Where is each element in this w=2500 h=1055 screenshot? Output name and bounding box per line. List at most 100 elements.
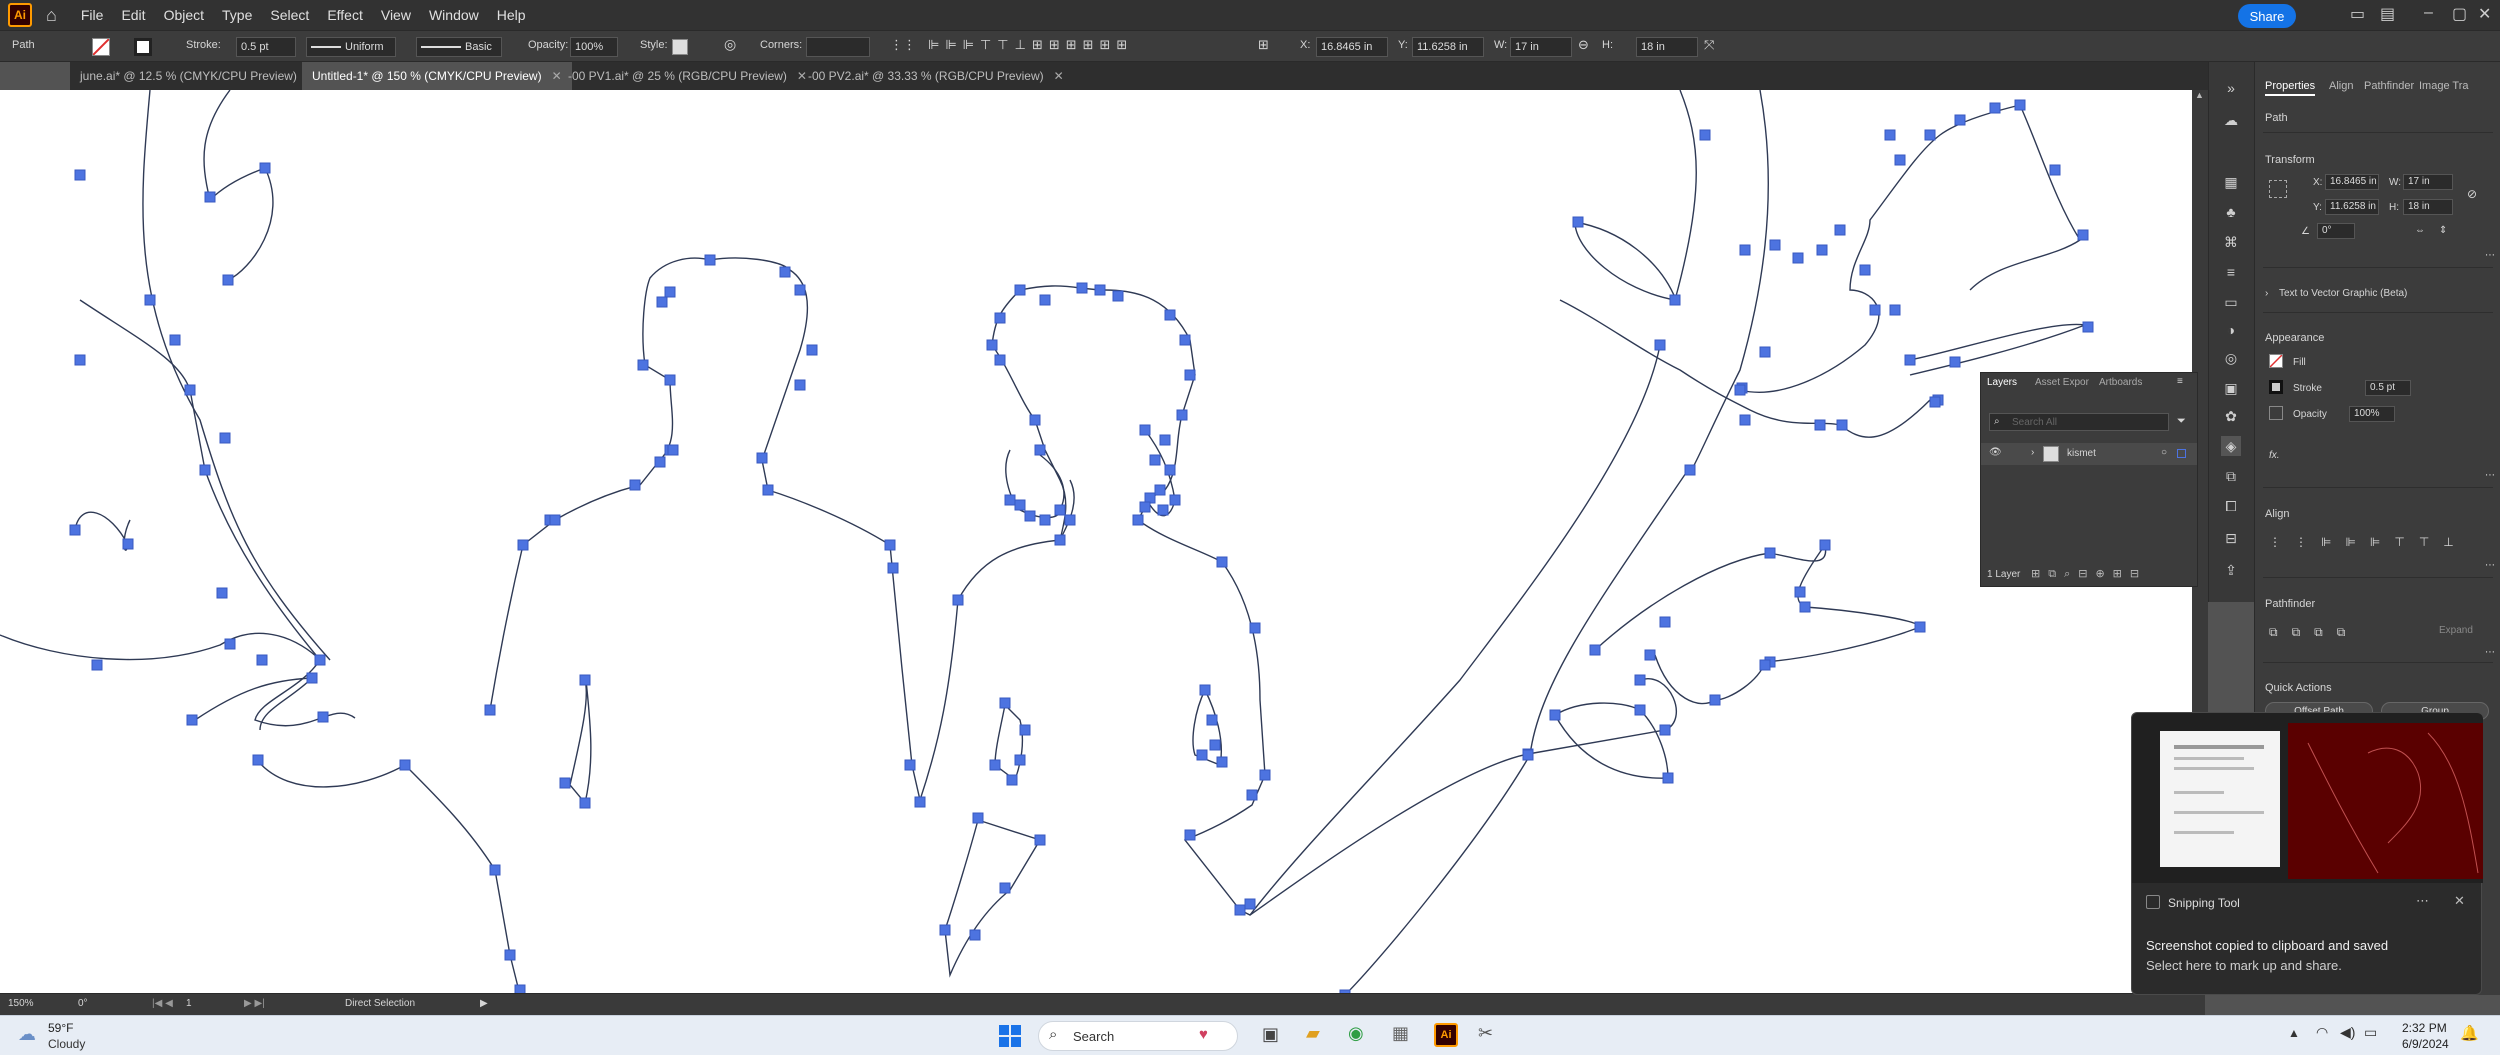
notification-close-icon[interactable]: ✕ [2454, 893, 2465, 909]
anchor-point[interactable] [1246, 789, 1258, 801]
anchor-point[interactable] [1006, 774, 1018, 786]
anchor-point[interactable] [204, 191, 216, 203]
anchor-point[interactable] [1669, 294, 1681, 306]
menu-select[interactable]: Select [270, 7, 309, 23]
document-info-icon[interactable]: ⊟ [2221, 528, 2241, 548]
libraries-icon[interactable]: ☁ [2221, 110, 2241, 130]
anchor-point[interactable] [1759, 659, 1771, 671]
anchor-point[interactable] [1549, 709, 1561, 721]
reference-point-icon[interactable]: ⊞ [1258, 37, 1269, 53]
anchor-point[interactable] [1659, 616, 1671, 628]
transform-icon[interactable]: ⤧ [1704, 37, 1714, 53]
anchor-point[interactable] [1929, 396, 1941, 408]
maximize-icon[interactable]: ▢ [2452, 4, 2467, 24]
anchor-point[interactable] [952, 594, 964, 606]
angle-field[interactable]: 0° [2317, 223, 2355, 239]
anchor-point[interactable] [549, 514, 561, 526]
tab-align[interactable]: Align [2329, 80, 2353, 92]
taskbar-search-box[interactable]: ⌕ Search ♥ [1038, 1021, 1238, 1051]
menu-view[interactable]: View [381, 7, 411, 23]
more-options-icon[interactable]: ⋯ [2485, 470, 2495, 481]
align-to-icon[interactable]: ⋮⋮ [890, 37, 916, 53]
fill-swatch[interactable] [2269, 354, 2283, 368]
anchor-point[interactable] [1816, 244, 1828, 256]
anchor-point[interactable] [1054, 504, 1066, 516]
anchor-point[interactable] [1094, 284, 1106, 296]
taskbar-search-input[interactable]: Search [1073, 1029, 1114, 1044]
anchor-point[interactable] [1819, 539, 1831, 551]
anchor-point[interactable] [1159, 434, 1171, 446]
menu-type[interactable]: Type [222, 7, 252, 23]
anchor-point[interactable] [1014, 284, 1026, 296]
anchor-point[interactable] [91, 659, 103, 671]
stroke-swatch[interactable] [134, 38, 152, 56]
layer-name[interactable]: kismet [2067, 448, 2096, 459]
anchor-point[interactable] [1522, 749, 1534, 761]
anchor-point[interactable] [252, 754, 264, 766]
anchor-point[interactable] [2082, 321, 2094, 333]
anchor-point[interactable] [144, 294, 156, 306]
stroke-weight-field[interactable]: 0.5 pt [236, 37, 296, 57]
tab-june[interactable]: june.ai* @ 12.5 % (CMYK/CPU Preview)✕ [70, 62, 327, 90]
anchor-point[interactable] [629, 479, 641, 491]
graphic-style-swatch[interactable] [672, 39, 688, 55]
anchor-point[interactable] [1634, 674, 1646, 686]
anchor-point[interactable] [986, 339, 998, 351]
anchor-point[interactable] [1259, 769, 1271, 781]
opacity-field[interactable]: 100% [570, 37, 618, 57]
anchor-point[interactable] [484, 704, 496, 716]
anchor-point[interactable] [489, 864, 501, 876]
align-buttons-icon[interactable]: ⊫⊫⊫⊤⊤⊥⊞⊞⊞⊞⊞⊞ [928, 37, 1133, 53]
anchor-point[interactable] [664, 286, 676, 298]
anchor-point[interactable] [1064, 514, 1076, 526]
x-field[interactable]: 16.8465 in [2325, 174, 2379, 190]
anchor-point[interactable] [1709, 694, 1721, 706]
y-field[interactable]: 11.6258 in [1412, 37, 1484, 57]
swatches-icon[interactable]: ♣ [2221, 202, 2241, 222]
anchor-point[interactable] [762, 484, 774, 496]
anchor-point[interactable] [1799, 601, 1811, 613]
anchor-point[interactable] [1894, 154, 1906, 166]
anchor-point[interactable] [914, 796, 926, 808]
menu-file[interactable]: File [81, 7, 104, 23]
anchor-point[interactable] [1024, 510, 1036, 522]
anchor-point[interactable] [399, 759, 411, 771]
anchor-point[interactable] [1734, 384, 1746, 396]
filter-icon[interactable]: ⏷ [2177, 415, 2186, 428]
volume-icon[interactable]: ◀) [2340, 1024, 2355, 1041]
anchor-point[interactable] [1739, 244, 1751, 256]
anchor-point[interactable] [256, 654, 268, 666]
anchor-point[interactable] [1836, 419, 1848, 431]
more-options-icon[interactable]: ⋯ [2485, 560, 2495, 571]
anchor-point[interactable] [1924, 129, 1936, 141]
anchor-point[interactable] [1169, 494, 1181, 506]
anchor-point[interactable] [1904, 354, 1916, 366]
weather-icon[interactable]: ☁ [18, 1024, 36, 1045]
anchor-point[interactable] [1164, 309, 1176, 321]
start-button[interactable] [999, 1025, 1021, 1047]
recolor-icon[interactable]: ◎ [724, 36, 736, 53]
weather-temp[interactable]: 59°F [48, 1021, 73, 1035]
anchor-point[interactable] [2049, 164, 2061, 176]
task-view-icon[interactable]: ▣ [1262, 1024, 1279, 1045]
anchor-point[interactable] [794, 284, 806, 296]
anchor-point[interactable] [1179, 334, 1191, 346]
chrome-icon[interactable]: ◉ [1348, 1023, 1364, 1044]
layers-icon[interactable]: ◈ [2221, 436, 2241, 456]
anchor-point[interactable] [1834, 224, 1846, 236]
anchor-point[interactable] [1039, 514, 1051, 526]
flip-horizontal-icon[interactable]: ⇔ [2415, 225, 2425, 236]
file-explorer-icon[interactable]: ▰ [1306, 1023, 1320, 1044]
anchor-point[interactable] [667, 444, 679, 456]
artboard-number[interactable]: 1 [186, 998, 192, 1009]
anchor-point[interactable] [1814, 419, 1826, 431]
anchor-point[interactable] [1954, 114, 1966, 126]
anchor-point[interactable] [186, 714, 198, 726]
w-field[interactable]: 17 in [2403, 174, 2453, 190]
anchor-point[interactable] [1019, 724, 1031, 736]
flip-vertical-icon[interactable]: ⇕ [2439, 225, 2447, 236]
search-input[interactable]: Search All [2012, 417, 2057, 428]
anchor-point[interactable] [1139, 501, 1151, 513]
anchor-point[interactable] [1234, 904, 1246, 916]
anchor-point[interactable] [1154, 484, 1166, 496]
